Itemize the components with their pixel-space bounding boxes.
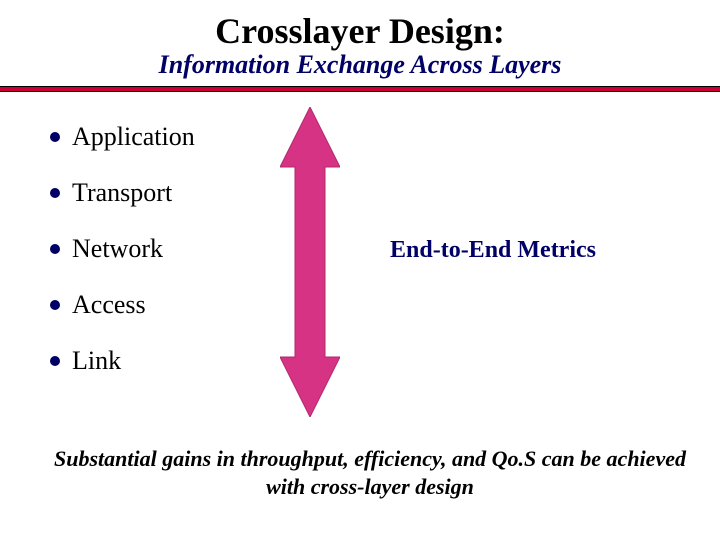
- metrics-label: End-to-End Metrics: [390, 237, 596, 264]
- slide-header: Crosslayer Design: Information Exchange …: [0, 0, 720, 80]
- list-item: Application: [50, 122, 195, 152]
- list-item: Transport: [50, 178, 195, 208]
- bullet-label: Link: [72, 346, 121, 376]
- footer-text: Substantial gains in throughput, efficie…: [40, 445, 700, 500]
- list-item: Access: [50, 290, 195, 320]
- header-divider: [0, 86, 720, 92]
- bullet-icon: [50, 300, 60, 310]
- bullet-list: Application Transport Network Access Lin…: [50, 122, 195, 402]
- bullet-icon: [50, 188, 60, 198]
- bullet-icon: [50, 356, 60, 366]
- list-item: Link: [50, 346, 195, 376]
- bullet-icon: [50, 244, 60, 254]
- list-item: Network: [50, 234, 195, 264]
- bullet-label: Network: [72, 234, 163, 264]
- slide-content: Application Transport Network Access Lin…: [0, 122, 720, 462]
- double-arrow-icon: [280, 107, 340, 417]
- bullet-icon: [50, 132, 60, 142]
- bullet-label: Transport: [72, 178, 172, 208]
- slide-footer: Substantial gains in throughput, efficie…: [0, 445, 720, 500]
- slide-title: Crosslayer Design:: [0, 10, 720, 52]
- bullet-label: Access: [72, 290, 146, 320]
- arrow-shape: [280, 107, 340, 417]
- bullet-label: Application: [72, 122, 195, 152]
- slide-subtitle: Information Exchange Across Layers: [0, 50, 720, 80]
